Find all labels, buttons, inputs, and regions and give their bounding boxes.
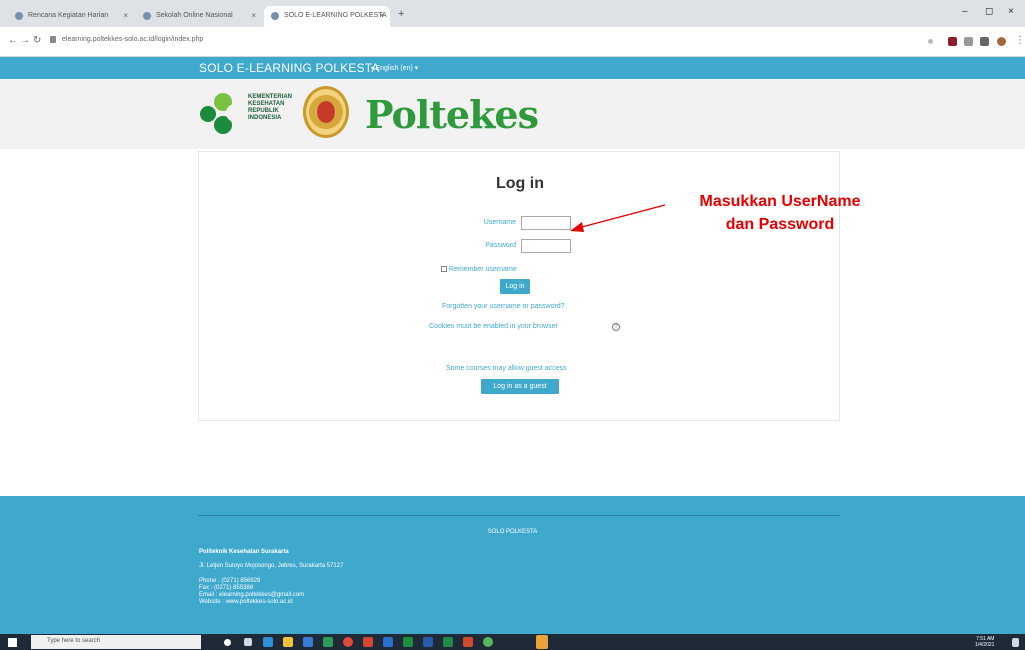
footer-title: SOLO POLKESTA xyxy=(487,529,538,535)
kemenkes-logo: KEMENTERIAN KESEHATAN REPUBLIK INDONESIA xyxy=(198,88,293,138)
taskbar-search-box[interactable]: Type here to search xyxy=(31,635,201,649)
footer-fax: Fax : (0271) 855388 xyxy=(199,585,254,591)
emblem-logo xyxy=(303,86,349,138)
footer-address: Jl. Letjen Sutoyo Mojosongo, Jebres, Sur… xyxy=(199,563,344,569)
lock-icon xyxy=(50,36,56,43)
cookies-notice: Cookies must be enabled in your browser xyxy=(429,323,558,330)
task-view-icon[interactable] xyxy=(244,638,252,646)
tab-label: Rencana Kegiatan Harian xyxy=(28,12,109,19)
tab-favicon-icon xyxy=(15,12,23,20)
address-bar-row: ← → ↻ elearning.poltekkes-solo.ac.id/log… xyxy=(0,27,1025,57)
system-clock[interactable]: 7:51 AM 1/4/2021 xyxy=(975,636,994,648)
cortana-icon[interactable] xyxy=(224,639,231,646)
store-icon[interactable] xyxy=(303,637,313,647)
extension-icon[interactable] xyxy=(980,37,989,46)
language-label: English (en) xyxy=(375,65,413,72)
notifications-icon[interactable] xyxy=(1012,638,1019,647)
app-icon[interactable] xyxy=(483,637,493,647)
tab-favicon-icon xyxy=(271,12,279,20)
minimize-button[interactable]: – xyxy=(962,6,968,17)
app-icon[interactable] xyxy=(383,637,393,647)
tab-favicon-icon xyxy=(143,12,151,20)
site-navbar: SOLO E-LEARNING POLKESTA ▪ English (en) … xyxy=(0,57,1025,79)
browser-tab[interactable]: Rencana Kegiatan Harian × xyxy=(8,6,134,27)
site-name-link[interactable]: SOLO E-LEARNING POLKESTA xyxy=(199,61,380,75)
annotation-text: Masukkan UserName dan Password xyxy=(699,193,861,233)
profile-avatar-icon[interactable] xyxy=(997,37,1006,46)
back-arrow-icon[interactable]: ← xyxy=(8,35,18,46)
new-tab-button[interactable]: + xyxy=(398,8,404,20)
remember-label: Remember username xyxy=(449,266,517,273)
chrome-icon[interactable] xyxy=(343,637,353,647)
windows-start-icon[interactable] xyxy=(8,638,17,647)
footer-divider xyxy=(198,515,840,516)
username-label: Username xyxy=(483,219,516,226)
login-button[interactable]: Log in xyxy=(500,279,530,294)
app-icon[interactable] xyxy=(363,637,373,647)
active-app-icon[interactable] xyxy=(536,635,548,649)
app-icon[interactable] xyxy=(323,637,333,647)
guest-login-button[interactable]: Log in as a guest xyxy=(481,379,559,394)
password-label: Password xyxy=(485,242,516,249)
annotation-arrow-icon xyxy=(570,204,666,232)
url-field[interactable]: elearning.poltekkes-solo.ac.id/login/ind… xyxy=(62,36,203,43)
browser-tab-active[interactable]: SOLO E-LEARNING POLKESTA × xyxy=(264,6,390,27)
app-icon[interactable] xyxy=(403,637,413,647)
maximize-button[interactable]: ◻ xyxy=(985,6,993,17)
extension-icon[interactable] xyxy=(948,37,957,46)
reload-icon[interactable]: ↻ xyxy=(33,35,41,46)
kemenkes-logo-text: KEMENTERIAN KESEHATAN REPUBLIK INDONESIA xyxy=(248,94,293,121)
footer-org: Politeknik Kesehatan Surakarta xyxy=(199,549,289,555)
close-window-button[interactable]: × xyxy=(1008,6,1014,17)
browser-tab[interactable]: Sekolah Online Nasional × xyxy=(136,6,262,27)
footer-email[interactable]: Email : elearning.poltekkes@gmail.com xyxy=(199,592,304,599)
powerpoint-icon[interactable] xyxy=(463,637,473,647)
tab-close-icon[interactable]: × xyxy=(379,11,384,20)
forgot-password-link[interactable]: Forgotten your username or password? xyxy=(442,303,565,310)
checkbox-icon[interactable] xyxy=(441,266,447,273)
tab-label: SOLO E-LEARNING POLKESTA xyxy=(284,12,387,19)
remember-username-checkbox[interactable]: Remember username xyxy=(441,266,517,273)
password-input[interactable] xyxy=(521,239,571,253)
tab-label: Sekolah Online Nasional xyxy=(156,12,233,19)
menu-dots-icon[interactable]: ⋮ xyxy=(1015,35,1025,46)
edge-icon[interactable] xyxy=(263,637,273,647)
word-icon[interactable] xyxy=(423,637,433,647)
poltekes-logo: Poltekes xyxy=(365,92,539,137)
star-icon[interactable] xyxy=(928,39,933,44)
extension-icon[interactable] xyxy=(964,37,973,46)
footer-website[interactable]: Website : www.poltekkes-solo.ac.id xyxy=(199,599,293,606)
language-menu[interactable]: ▪ English (en) ▾ xyxy=(371,64,418,72)
browser-tab-bar: Rencana Kegiatan Harian × Sekolah Online… xyxy=(0,0,1025,27)
footer-phone: Phone : (0271) 856929 xyxy=(199,578,261,584)
windows-taskbar: Type here to search 7:51 AM 1/4/2021 xyxy=(0,634,1025,650)
forward-arrow-icon[interactable]: → xyxy=(20,35,30,46)
tab-close-icon[interactable]: × xyxy=(123,11,128,20)
excel-icon[interactable] xyxy=(443,637,453,647)
tab-close-icon[interactable]: × xyxy=(251,11,256,20)
site-footer: SOLO POLKESTA Politeknik Kesehatan Surak… xyxy=(0,496,1025,634)
guest-access-text: Some courses may allow guest access xyxy=(446,365,567,372)
help-icon[interactable]: ? xyxy=(612,323,620,331)
file-explorer-icon[interactable] xyxy=(283,637,293,647)
